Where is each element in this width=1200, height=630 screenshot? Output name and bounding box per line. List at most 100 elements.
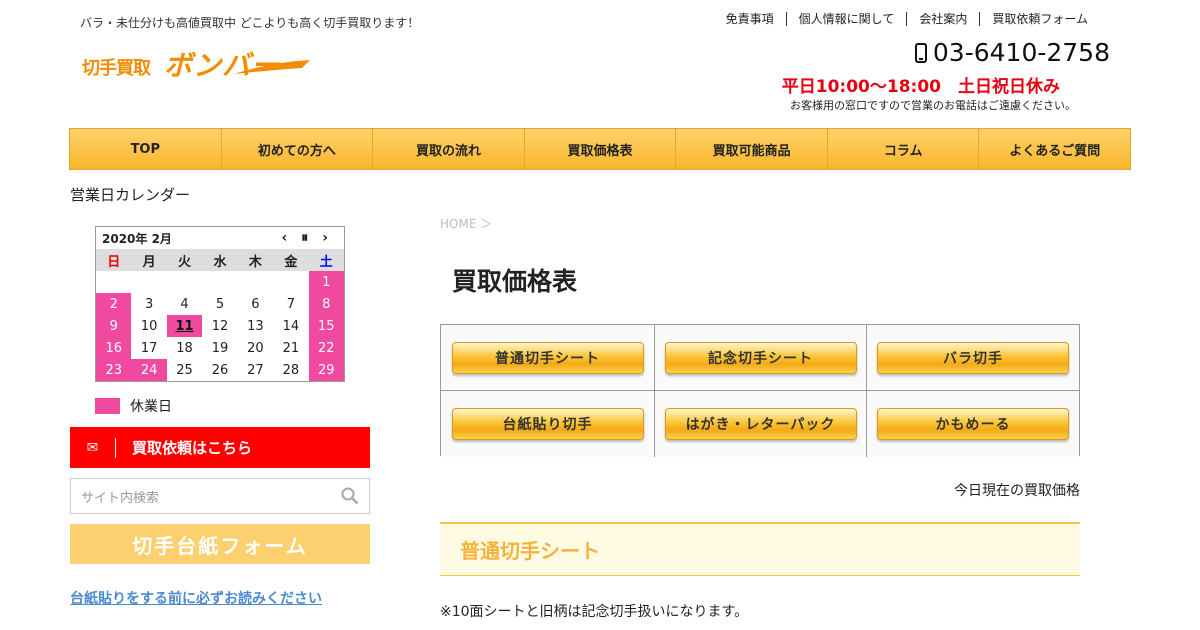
site-tagline: バラ・未仕分けも高値買取中 どこよりも高く切手買取ります！ <box>80 16 420 30</box>
nav-faq[interactable]: よくあるご質問 <box>978 129 1130 169</box>
business-calendar: 2020年 2月 ‹ ⏸ › 日月火水木金土 1 2 3 4 5 6 7 8 9 10 11 12 13 1… <box>95 226 345 382</box>
phone-number-text: 03-6410-2758 <box>932 38 1110 67</box>
calendar-day <box>131 271 166 293</box>
calendar-grid: 日月火水木金土 1 2 3 4 5 6 7 8 9 10 11 12 13 14 15 16 17 18 19 20 21… <box>96 249 344 381</box>
calendar-day: 1 <box>308 271 344 293</box>
category-cell: 台紙貼り切手 <box>441 391 655 457</box>
btn-loose-stamps[interactable]: バラ切手 <box>877 341 1069 374</box>
calendar-day <box>202 271 237 293</box>
calendar-day: 14 <box>282 318 300 334</box>
calendar-day: 2 <box>96 293 132 315</box>
site-logo[interactable]: 切手買取 ボンバー <box>82 44 312 88</box>
today-price-label: 今日現在の買取価格 <box>954 483 1080 499</box>
calendar-day: 5 <box>215 296 225 312</box>
btn-postcards-letterpack[interactable]: はがき・レターパック <box>664 408 857 440</box>
calendar-day: 19 <box>211 340 229 356</box>
mount-guide-link[interactable]: 台紙貼りをする前に必ずお読みください <box>70 588 322 608</box>
category-cell: 記念切手シート <box>655 325 867 391</box>
calendar-day: 29 <box>308 359 344 381</box>
chevron-left-icon[interactable]: ‹ <box>281 230 287 246</box>
calendar-day: 27 <box>247 362 264 378</box>
phone-number[interactable]: 03-6410-2758 <box>914 38 1110 67</box>
global-nav: TOP 初めての方へ 買取の流れ 買取価格表 買取可能商品 コラム よくあるご質… <box>69 128 1131 170</box>
request-button[interactable]: ✉ 買取依頼はこちら <box>70 427 370 468</box>
envelope-icon: ✉ <box>70 437 116 458</box>
btn-regular-sheet[interactable]: 普通切手シート <box>451 341 644 374</box>
nav-column[interactable]: コラム <box>826 129 979 169</box>
calendar-weekday: 水 <box>202 249 238 271</box>
mount-form-button[interactable]: 切手台紙フォーム <box>70 524 370 564</box>
phone-icon <box>914 42 927 63</box>
top-link-request-form[interactable]: 買取依頼フォーム <box>979 12 1100 26</box>
business-hours: 平日10:00～18:00 土日祝日休み <box>781 77 1060 97</box>
section-heading: 普通切手シート <box>440 522 1080 576</box>
calendar-day: 8 <box>308 293 344 315</box>
holiday-swatch <box>95 398 120 414</box>
calendar-day: 25 <box>176 362 193 378</box>
btn-kamomail[interactable]: かもめーる <box>877 408 1069 440</box>
breadcrumb[interactable]: HOME ＞ <box>440 215 492 232</box>
business-hours-note: お客様用の窓口ですので営業のお電話はご遠慮ください。 <box>790 99 1076 112</box>
calendar-day-today: 11 <box>166 315 203 337</box>
section-note: ※10面シートと旧柄は記念切手扱いになります。 <box>440 604 749 620</box>
nav-first-time[interactable]: 初めての方へ <box>220 129 373 169</box>
calendar-day: 20 <box>247 340 264 356</box>
category-cell: バラ切手 <box>867 325 1079 391</box>
calendar-legend: 休業日 <box>95 396 172 416</box>
calendar-month: 2020年 2月 <box>102 231 172 246</box>
top-link-disclaimer[interactable]: 免責事項 <box>714 12 786 26</box>
calendar-day: 22 <box>308 337 344 359</box>
category-buttons: 普通切手シート 記念切手シート バラ切手 台紙貼り切手 はがき・レターパック か… <box>440 324 1080 457</box>
calendar-day: 7 <box>286 296 295 312</box>
calendar-day: 13 <box>247 318 264 334</box>
calendar-day: 10 <box>140 318 158 334</box>
calendar-day: 26 <box>211 362 229 378</box>
search-input[interactable]: サイト内検索 <box>81 487 159 506</box>
nav-top[interactable]: TOP <box>70 129 221 169</box>
calendar-weekday: 火 <box>166 249 203 271</box>
calendar-day <box>273 271 308 293</box>
calendar-weekday: 土 <box>308 249 344 271</box>
calendar-day: 4 <box>180 296 189 312</box>
logo-swoosh-icon <box>234 60 310 74</box>
logo-small-text: 切手買取 <box>82 58 151 79</box>
calendar-weekday: 金 <box>273 249 309 271</box>
calendar-day: 28 <box>282 362 300 378</box>
calendar-title: 営業日カレンダー <box>70 186 191 204</box>
calendar-header: 2020年 2月 ‹ ⏸ › <box>96 227 344 249</box>
top-link-privacy[interactable]: 個人情報に関して <box>785 12 907 26</box>
calendar-day: 21 <box>282 340 300 356</box>
pause-icon[interactable]: ⏸ <box>301 230 308 246</box>
calendar-day: 17 <box>140 340 158 356</box>
calendar-day: 16 <box>96 337 132 359</box>
calendar-day: 6 <box>251 296 260 312</box>
btn-mounted-stamps[interactable]: 台紙貼り切手 <box>451 408 644 440</box>
nav-price-list[interactable]: 買取価格表 <box>523 129 676 169</box>
calendar-day <box>238 271 273 293</box>
nav-flow[interactable]: 買取の流れ <box>372 129 524 169</box>
calendar-day <box>167 271 202 293</box>
calendar-weekday: 月 <box>131 249 167 271</box>
legend-label: 休業日 <box>130 399 172 415</box>
chevron-right-icon[interactable]: › <box>322 230 328 246</box>
site-search[interactable]: サイト内検索 <box>70 478 370 514</box>
nav-products[interactable]: 買取可能商品 <box>675 129 827 169</box>
calendar-day: 15 <box>308 315 344 337</box>
calendar-weekday: 木 <box>237 249 274 271</box>
calendar-day: 3 <box>144 296 154 312</box>
calendar-weekday: 日 <box>96 249 132 271</box>
calendar-day: 24 <box>131 359 167 381</box>
calendar-day: 12 <box>211 318 229 334</box>
category-cell: はがき・レターパック <box>655 391 867 457</box>
page-title: 買取価格表 <box>452 267 578 296</box>
category-cell: 普通切手シート <box>441 325 655 391</box>
calendar-day <box>96 271 131 293</box>
btn-commemorative-sheet[interactable]: 記念切手シート <box>664 341 857 374</box>
top-link-company[interactable]: 会社案内 <box>906 12 979 26</box>
calendar-day: 23 <box>96 359 132 381</box>
top-links: 免責事項 個人情報に関して 会社案内 買取依頼フォーム <box>714 12 1100 26</box>
search-icon[interactable] <box>341 487 359 505</box>
request-button-label: 買取依頼はこちら <box>132 439 253 457</box>
category-cell: かもめーる <box>867 391 1079 457</box>
calendar-day: 9 <box>96 315 132 337</box>
